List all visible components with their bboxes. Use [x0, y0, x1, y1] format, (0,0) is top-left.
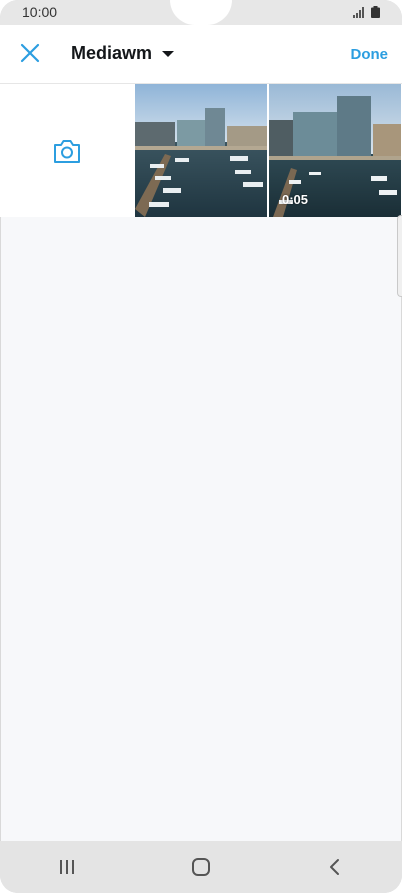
recent-apps-icon: [60, 860, 74, 874]
home-icon: [192, 858, 210, 876]
camera-tile[interactable]: [0, 84, 133, 217]
system-navigation-bar: [0, 841, 402, 893]
marina-photo-image: [135, 84, 267, 217]
media-grid: 0:05: [0, 84, 402, 217]
scroll-handle[interactable]: [397, 215, 402, 297]
caret-down-icon: [162, 50, 175, 57]
status-time: 10:00: [22, 4, 58, 20]
done-button[interactable]: Done: [351, 46, 389, 63]
album-selector[interactable]: Mediawm: [71, 43, 175, 64]
video-thumbnail[interactable]: 0:05: [269, 84, 401, 217]
close-icon[interactable]: [18, 41, 42, 65]
camera-notch: [170, 0, 232, 25]
signal-icon: [353, 7, 364, 18]
video-duration-label: 0:05: [282, 192, 309, 207]
battery-icon: [371, 6, 380, 18]
status-bar: 10:00: [0, 0, 402, 25]
back-button[interactable]: [319, 851, 351, 883]
back-icon: [330, 859, 339, 875]
app-header: Mediawm Done: [0, 25, 402, 84]
recent-apps-button[interactable]: [51, 851, 83, 883]
photo-thumbnail[interactable]: [135, 84, 267, 217]
album-title: Mediawm: [71, 43, 153, 63]
home-button[interactable]: [185, 851, 217, 883]
camera-icon: [53, 139, 80, 163]
phone-screen: 10:00 Mediawm Done 0:05: [0, 0, 402, 893]
status-icons: [353, 6, 380, 18]
